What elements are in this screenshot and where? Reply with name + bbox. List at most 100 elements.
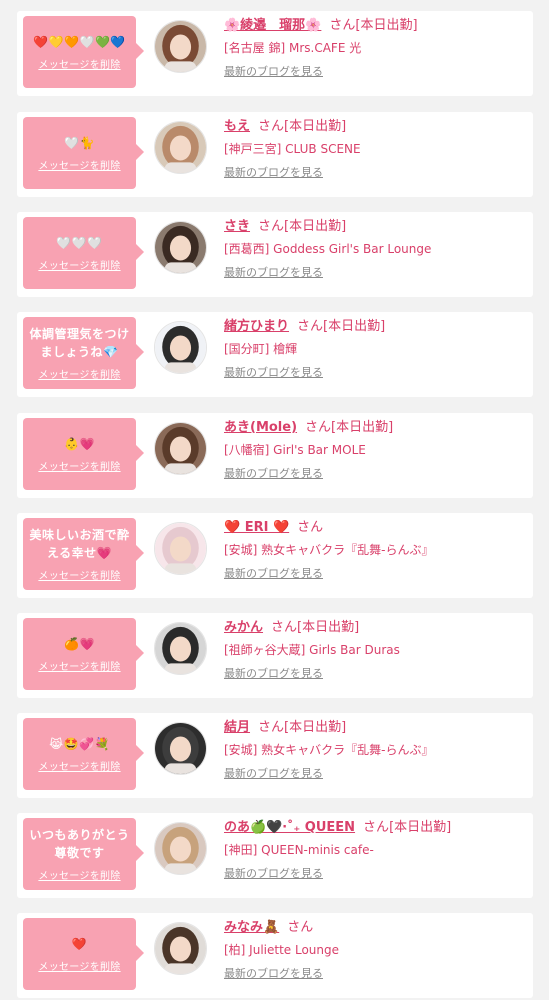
honorific: さん — [363, 820, 390, 835]
message-text: いつもありがとう 尊敬です — [29, 828, 130, 860]
message-bubble: 美味しいお酒で酔 える幸せ💗 メッセージを削除 — [23, 518, 144, 590]
message-bubble: 体調管理気をつけ ましょうね💎 メッセージを削除 — [23, 317, 144, 389]
latest-blog-link[interactable]: 最新のブログを見る — [224, 866, 323, 882]
woman-avatar-icon[interactable] — [154, 422, 207, 475]
message-card: 体調管理気をつけ ましょうね💎 メッセージを削除 緒方ひまり さん[本日出勤] [… — [17, 312, 533, 397]
latest-blog-link[interactable]: 最新のブログを見る — [224, 966, 323, 982]
latest-blog-link[interactable]: 最新のブログを見る — [224, 165, 323, 181]
girl-name-link[interactable]: 緒方ひまり — [224, 319, 289, 334]
shop-info: [祖師ヶ谷大蔵] Girls Bar Duras — [224, 643, 400, 657]
delete-message-link[interactable]: メッセージを削除 — [38, 567, 120, 582]
woman-avatar-icon[interactable] — [154, 522, 207, 575]
delete-message-link[interactable]: メッセージを削除 — [38, 257, 120, 272]
girl-header: さき さん[本日出勤] — [224, 218, 346, 236]
girl-header: 🌸綾邉 瑠那🌸 さん[本日出勤] — [224, 17, 418, 35]
message-card: 🍊💗 メッセージを削除 みかん さん[本日出勤] [祖師ヶ谷大蔵] Girls B… — [17, 613, 533, 698]
latest-blog-link[interactable]: 最新のブログを見る — [224, 666, 323, 682]
delete-message-link[interactable]: メッセージを削除 — [38, 458, 120, 473]
message-text: 美味しいお酒で酔 える幸せ💗 — [29, 528, 130, 560]
latest-blog-link[interactable]: 最新のブログを見る — [224, 566, 323, 582]
girl-header: みなみ🧸 さん — [224, 919, 313, 937]
shop-info: [国分町] 檜輝 — [224, 342, 298, 356]
woman-avatar-icon[interactable] — [154, 20, 207, 73]
message-text: 👶💗 — [64, 437, 95, 451]
girl-name-link[interactable]: あき(Mole) — [224, 420, 297, 435]
delete-message-link[interactable]: メッセージを削除 — [38, 56, 120, 71]
delete-message-link[interactable]: メッセージを削除 — [38, 958, 120, 973]
latest-blog-link[interactable]: 最新のブログを見る — [224, 466, 323, 482]
woman-avatar-icon[interactable] — [154, 822, 207, 875]
delete-message-link[interactable]: メッセージを削除 — [38, 157, 120, 172]
woman-avatar-icon[interactable] — [154, 622, 207, 675]
delete-message-link[interactable]: メッセージを削除 — [38, 867, 120, 882]
message-text: ❤️ — [71, 937, 88, 951]
girl-name-link[interactable]: みなみ🧸 — [224, 920, 279, 935]
woman-avatar-icon[interactable] — [154, 922, 207, 975]
work-status: [本日出勤] — [284, 119, 347, 134]
girl-header: あき(Mole) さん[本日出勤] — [224, 419, 393, 437]
message-bubble: いつもありがとう 尊敬です メッセージを削除 — [23, 818, 144, 890]
girl-name-link[interactable]: さき — [224, 219, 250, 234]
honorific: さん — [329, 18, 356, 33]
delete-message-link[interactable]: メッセージを削除 — [38, 658, 120, 673]
message-card: 👶💗 メッセージを削除 あき(Mole) さん[本日出勤] [八幡宿] Girl'… — [17, 413, 533, 498]
message-card: 🤍🤍🤍 メッセージを削除 さき さん[本日出勤] [西葛西] Goddess Gi… — [17, 212, 533, 297]
message-card: ❤️💛🧡🤍💚💙 メッセージを削除 🌸綾邉 瑠那🌸 さん[本日出勤] [名古屋 錦]… — [17, 11, 533, 96]
girl-header: のあ🍏🖤‧˚₊ QUEEN さん[本日出勤] — [224, 819, 451, 837]
honorific: さん — [287, 920, 314, 935]
latest-blog-link[interactable]: 最新のブログを見る — [224, 365, 323, 381]
shop-info: [安城] 熟女キャバクラ『乱舞-らんぶ』 — [224, 543, 434, 557]
message-card: 😹🤩💞💐 メッセージを削除 結月 さん[本日出勤] [安城] 熟女キャバクラ『乱舞… — [17, 713, 533, 798]
message-bubble: 🤍🐈 メッセージを削除 — [23, 117, 144, 189]
message-bubble: 🤍🤍🤍 メッセージを削除 — [23, 217, 144, 289]
girl-name-link[interactable]: 結月 — [224, 720, 250, 735]
work-status: [本日出勤] — [284, 720, 347, 735]
message-bubble: ❤️💛🧡🤍💚💙 メッセージを削除 — [23, 16, 144, 88]
message-text: 😹🤩💞💐 — [49, 737, 110, 751]
work-status: [本日出勤] — [284, 219, 347, 234]
work-status: [本日出勤] — [389, 820, 452, 835]
girl-name-link[interactable]: 🌸綾邉 瑠那🌸 — [224, 18, 321, 33]
shop-info: [安城] 熟女キャバクラ『乱舞-らんぶ』 — [224, 743, 434, 757]
delete-message-link[interactable]: メッセージを削除 — [38, 366, 120, 381]
delete-message-link[interactable]: メッセージを削除 — [38, 758, 120, 773]
work-status: [本日出勤] — [355, 18, 418, 33]
message-text: 🤍🤍🤍 — [56, 236, 103, 250]
latest-blog-link[interactable]: 最新のブログを見る — [224, 766, 323, 782]
woman-avatar-icon[interactable] — [154, 321, 207, 374]
girl-name-link[interactable]: みかん — [224, 620, 263, 635]
girl-header: 結月 さん[本日出勤] — [224, 719, 346, 737]
latest-blog-link[interactable]: 最新のブログを見る — [224, 265, 323, 281]
message-card: 美味しいお酒で酔 える幸せ💗 メッセージを削除 ❤️ ERI ❤️ さん [安城]… — [17, 513, 533, 598]
shop-info: [西葛西] Goddess Girl's Bar Lounge — [224, 242, 432, 256]
woman-avatar-icon[interactable] — [154, 121, 207, 174]
honorific: さん — [258, 720, 285, 735]
honorific: さん — [258, 119, 285, 134]
honorific: さん — [305, 420, 332, 435]
message-text: 体調管理気をつけ ましょうね💎 — [29, 327, 130, 359]
shop-info: [八幡宿] Girl's Bar MOLE — [224, 443, 366, 457]
girl-name-link[interactable]: もえ — [224, 119, 250, 134]
latest-blog-link[interactable]: 最新のブログを見る — [224, 64, 323, 80]
woman-avatar-icon[interactable] — [154, 221, 207, 274]
message-bubble: 🍊💗 メッセージを削除 — [23, 618, 144, 690]
girl-header: もえ さん[本日出勤] — [224, 118, 346, 136]
woman-avatar-icon[interactable] — [154, 722, 207, 775]
message-text: ❤️💛🧡🤍💚💙 — [33, 35, 126, 49]
girl-name-link[interactable]: のあ🍏🖤‧˚₊ QUEEN — [224, 820, 355, 835]
girl-name-link[interactable]: ❤️ ERI ❤️ — [224, 520, 289, 535]
message-card: ❤️ メッセージを削除 みなみ🧸 さん [柏] Juliette Lounge 最… — [17, 913, 533, 998]
shop-info: [柏] Juliette Lounge — [224, 943, 340, 957]
girl-header: みかん さん[本日出勤] — [224, 619, 359, 637]
honorific: さん — [297, 319, 324, 334]
work-status: [本日出勤] — [323, 319, 386, 334]
message-list: ❤️💛🧡🤍💚💙 メッセージを削除 🌸綾邉 瑠那🌸 さん[本日出勤] [名古屋 錦]… — [0, 0, 549, 1000]
work-status: [本日出勤] — [297, 620, 360, 635]
message-text: 🍊💗 — [64, 637, 95, 651]
girl-header: ❤️ ERI ❤️ さん — [224, 519, 323, 537]
shop-info: [神田] QUEEN-minis cafe- — [224, 843, 374, 857]
shop-info: [神戸三宮] CLUB SCENE — [224, 142, 361, 156]
message-bubble: ❤️ メッセージを削除 — [23, 918, 144, 990]
honorific: さん — [258, 219, 285, 234]
message-bubble: 😹🤩💞💐 メッセージを削除 — [23, 718, 144, 790]
